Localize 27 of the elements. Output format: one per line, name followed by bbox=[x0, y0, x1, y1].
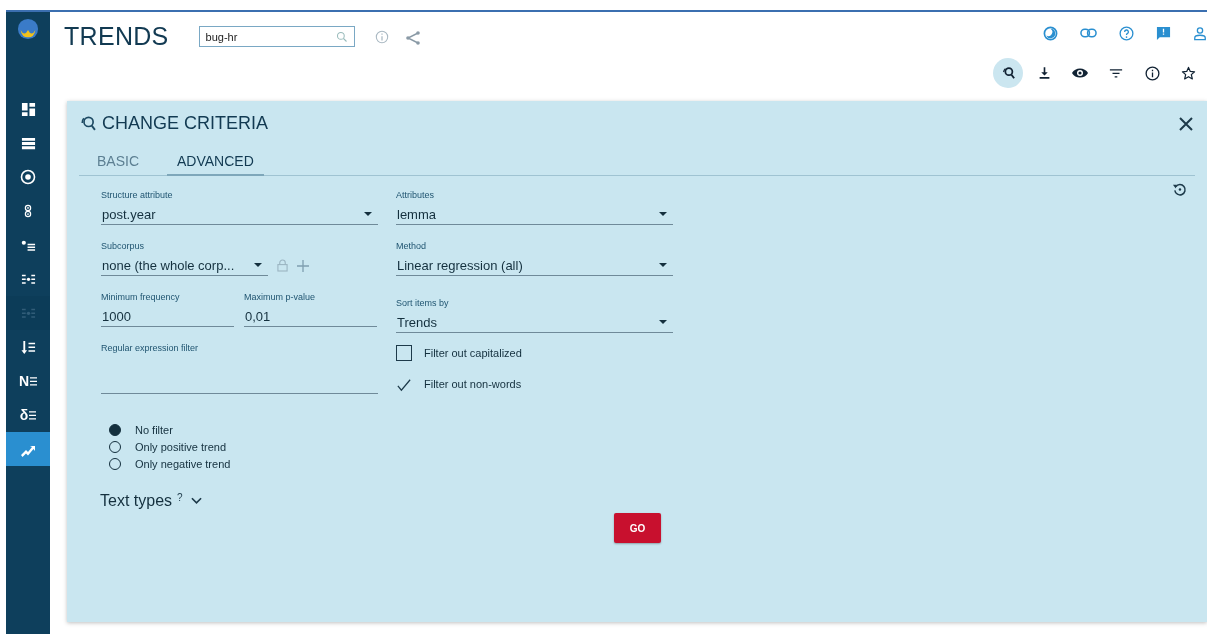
field-label: Subcorpus bbox=[101, 241, 146, 251]
field-label: Method bbox=[396, 241, 428, 251]
panel-title: CHANGE CRITERIA bbox=[102, 113, 270, 134]
field-label: Sort items by bbox=[396, 298, 450, 308]
corpus-search-field[interactable]: bug-hr bbox=[198, 26, 355, 47]
help-hint[interactable]: ? bbox=[177, 491, 183, 503]
subcorpus-select[interactable]: none (the whole corp... bbox=[101, 255, 268, 276]
minimum-frequency-input[interactable]: 1000 bbox=[101, 306, 234, 327]
field-label: Regular expression filter bbox=[101, 343, 200, 353]
sort-items-select[interactable]: Trends bbox=[396, 312, 673, 333]
text-types-toggle[interactable]: Text types bbox=[100, 492, 173, 510]
radio-label: No filter bbox=[135, 424, 173, 436]
tab[interactable]: ADVANCED bbox=[167, 150, 264, 176]
field-label: Minimum frequency bbox=[101, 292, 181, 302]
field-label: Maximum p-value bbox=[244, 292, 317, 302]
go-button[interactable]: GO bbox=[614, 513, 661, 543]
radio-label: Only negative trend bbox=[135, 458, 231, 470]
maximum-p-value-input[interactable]: 0,01 bbox=[244, 306, 377, 327]
method-select[interactable]: Linear regression (all) bbox=[396, 255, 673, 276]
attributes-select[interactable]: lemma bbox=[396, 204, 673, 225]
radio-label: Only positive trend bbox=[135, 441, 227, 453]
field-label: Structure attribute bbox=[101, 190, 174, 200]
checkbox-label: Filter out non-words bbox=[424, 378, 522, 390]
structure-attribute-select[interactable]: post.year bbox=[101, 204, 378, 225]
checkbox-label: Filter out capitalized bbox=[424, 347, 522, 359]
page-title: TRENDS bbox=[64, 22, 169, 51]
field-label: Attributes bbox=[396, 190, 436, 200]
